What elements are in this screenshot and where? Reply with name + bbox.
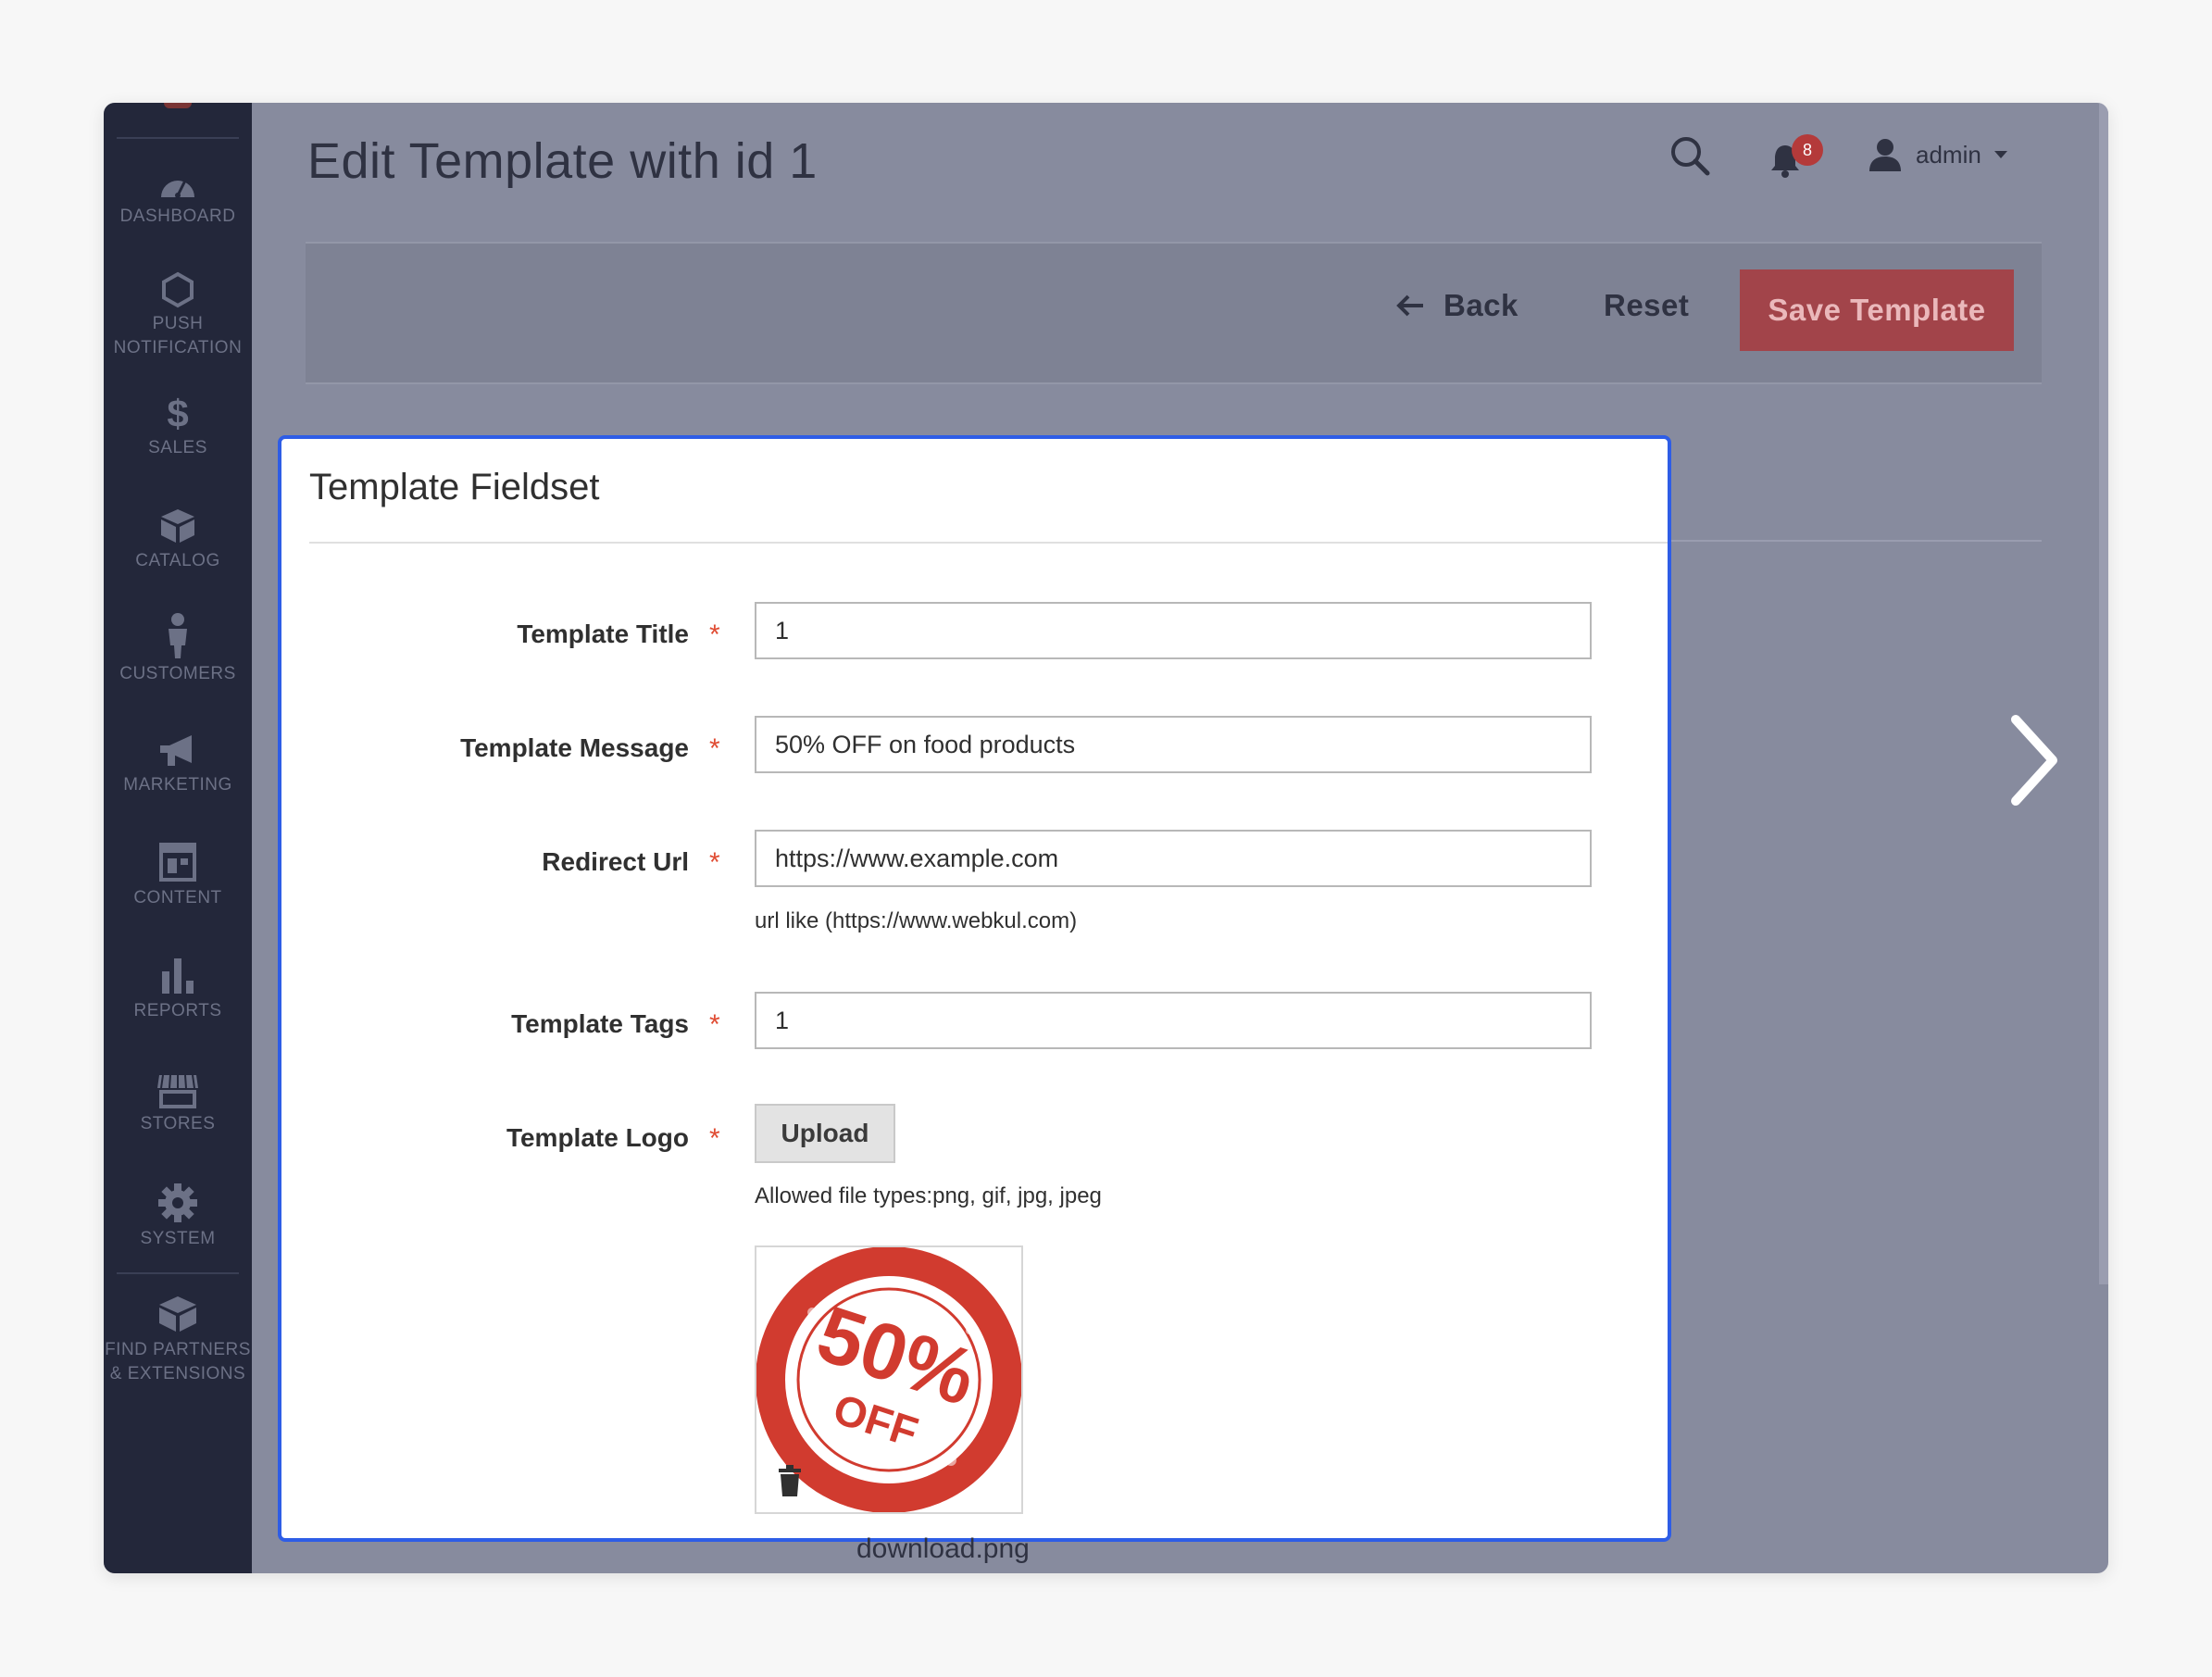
admin-sidebar: DASHBOARD PUSH NOTIFICATION $ SALES CATA… [104,103,252,1573]
fieldset-title: Template Fieldset [309,467,600,507]
sidebar-item-stores[interactable]: STORES [104,1071,252,1136]
redirect-url-label: Redirect Url [542,847,689,876]
uploaded-file-name: download.png [856,1533,1030,1564]
fieldset-divider [309,542,1668,544]
required-asterisk: * [709,847,720,878]
admin-window: DASHBOARD PUSH NOTIFICATION $ SALES CATA… [104,103,2108,1573]
sidebar-item-push-notification[interactable]: PUSH NOTIFICATION [104,271,252,360]
template-message-input[interactable] [755,716,1592,773]
caret-down-icon [1993,151,2007,158]
sidebar-item-sales[interactable]: $ SALES [104,392,252,460]
user-name: admin [1916,140,1981,169]
storefront-icon [157,1074,198,1108]
required-asterisk: * [709,1123,720,1154]
search-icon[interactable] [1668,134,1711,177]
dashboard-icon [161,180,194,198]
required-asterisk: * [709,733,720,764]
sidebar-item-label: PUSH NOTIFICATION [113,314,243,357]
template-title-input[interactable] [755,602,1592,659]
template-fieldset-panel: Template Fieldset Template Title * Templ… [278,435,1671,1542]
magento-logo[interactable] [164,103,192,108]
redirect-url-input[interactable] [755,830,1592,887]
sidebar-divider [117,1272,239,1274]
required-asterisk: * [709,1009,720,1040]
sidebar-item-label: CUSTOMERS [119,664,236,683]
sidebar-item-label: CATALOG [135,551,220,570]
page-title: Edit Template with id 1 [307,133,818,189]
reset-button[interactable]: Reset [1604,288,1689,323]
sidebar-item-label: DASHBOARD [119,206,236,226]
template-logo-label: Template Logo [506,1123,689,1152]
user-icon [1869,139,1901,171]
sidebar-item-find-partners[interactable]: FIND PARTNERS & EXTENSIONS [104,1294,252,1386]
template-title-label: Template Title [517,619,689,648]
scrollbar[interactable] [2099,103,2108,1284]
sidebar-divider [117,137,239,139]
cubes-icon [159,1296,196,1332]
sidebar-item-label: MARKETING [123,775,232,795]
sidebar-item-system[interactable]: SYSTEM [104,1183,252,1251]
dollar-icon: $ [167,392,188,432]
sidebar-item-customers[interactable]: CUSTOMERS [104,612,252,686]
sidebar-item-dashboard[interactable]: DASHBOARD [104,168,252,229]
allowed-file-types-note: Allowed file types:png, gif, jpg, jpeg [755,1183,1102,1208]
notification-count-badge[interactable]: 8 [1792,134,1823,166]
sidebar-item-content[interactable]: CONTENT [104,842,252,910]
arrow-left-icon [1396,294,1423,317]
back-button[interactable]: Back [1395,288,1518,323]
redirect-url-hint: url like (https://www.webkul.com) [755,908,1078,933]
sidebar-item-label: STORES [140,1114,216,1133]
user-account-menu[interactable]: admin [1868,136,2007,173]
megaphone-icon [160,735,192,766]
sidebar-item-marketing[interactable]: MARKETING [104,732,252,797]
template-tags-label: Template Tags [511,1009,689,1038]
save-template-button[interactable]: Save Template [1740,269,2014,351]
hexagon-icon [162,271,194,308]
sidebar-item-label: CONTENT [133,888,222,907]
gear-icon [158,1183,197,1222]
chevron-right-icon[interactable] [2006,714,2062,807]
back-button-label: Back [1443,288,1518,322]
sidebar-item-reports[interactable]: REPORTS [104,955,252,1023]
required-asterisk: * [709,619,720,650]
box-icon [161,509,194,543]
template-tags-input[interactable] [755,992,1592,1049]
svg-text:$: $ [167,392,188,432]
person-icon [169,613,187,658]
sidebar-item-label: FIND PARTNERS & EXTENSIONS [105,1340,251,1383]
template-message-label: Template Message [460,733,689,762]
trash-icon[interactable] [777,1465,803,1496]
bar-chart-icon [162,958,194,994]
sidebar-item-catalog[interactable]: CATALOG [104,507,252,573]
sidebar-item-label: SALES [148,438,207,457]
upload-button[interactable]: Upload [755,1104,895,1163]
sidebar-item-label: SYSTEM [140,1229,216,1248]
sidebar-item-label: REPORTS [133,1001,222,1020]
layout-icon [159,843,196,882]
